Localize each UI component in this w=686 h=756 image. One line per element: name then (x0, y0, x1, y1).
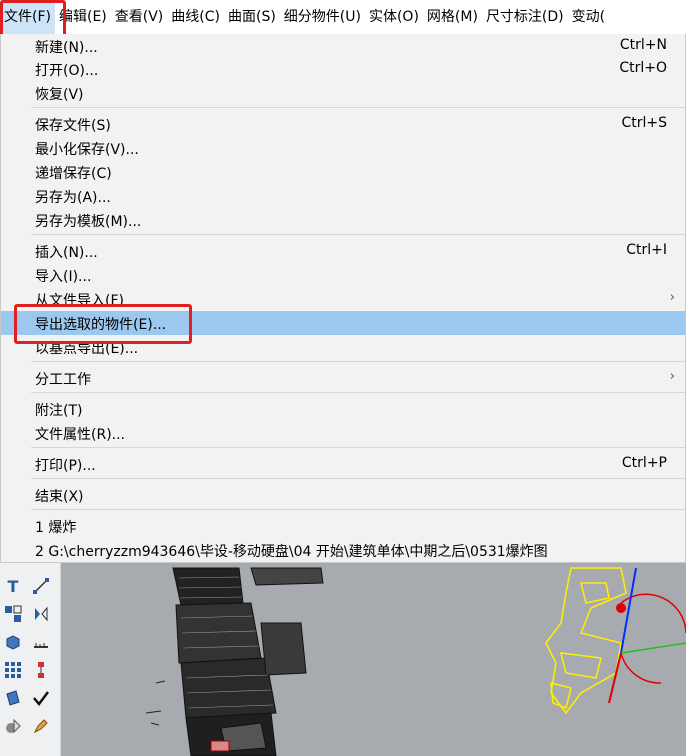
menu-mesh[interactable]: 网格(M) (423, 0, 482, 34)
render-icon[interactable] (2, 715, 24, 737)
menu-item-label: 递增保存(C) (35, 166, 112, 182)
pencil-icon[interactable] (30, 715, 52, 737)
menu-item-save-as-template[interactable]: 另存为模板(M)... (1, 208, 685, 232)
array-icon[interactable] (2, 659, 24, 681)
menu-separator (31, 447, 685, 448)
menu-item-label: 打印(P)... (35, 458, 96, 474)
menu-item-label: 打开(O)... (35, 63, 99, 79)
menu-separator (31, 107, 685, 108)
menu-item-label: 最小化保存(V)... (35, 142, 139, 158)
submenu-arrow-icon: › (669, 290, 675, 305)
menu-item-label: 新建(N)... (35, 40, 98, 56)
menu-item-label: 保存文件(S) (35, 118, 111, 134)
menu-item-save[interactable]: 保存文件(S) Ctrl+S (1, 112, 685, 136)
model-wireframe (145, 567, 686, 756)
grid-snap-icon[interactable] (2, 603, 24, 625)
text-icon[interactable]: T (2, 575, 24, 597)
menu-item-open[interactable]: 打开(O)... Ctrl+O (1, 57, 685, 81)
menu-item-save-incremental[interactable]: 递增保存(C) (1, 160, 685, 184)
menu-item-label: 恢复(V) (35, 87, 84, 103)
menu-separator (31, 509, 685, 510)
menu-separator (31, 392, 685, 393)
menu-item-label: 结束(X) (35, 489, 84, 505)
menu-item-label: 文件属性(R)... (35, 427, 126, 443)
menu-item-label: 插入(N)... (35, 245, 98, 261)
menu-dimension[interactable]: 尺寸标注(D) (482, 0, 568, 34)
menu-item-shortcut: Ctrl+I (626, 242, 667, 258)
shell-icon[interactable] (2, 687, 24, 709)
menu-subd[interactable]: 细分物件(U) (280, 0, 365, 34)
menu-item-print[interactable]: 打印(P)... Ctrl+P (1, 452, 685, 476)
menu-surface[interactable]: 曲面(S) (224, 0, 280, 34)
menu-transform[interactable]: 变动( (568, 0, 609, 34)
file-menu-highlight-box (0, 0, 66, 37)
menu-separator (31, 234, 685, 235)
menu-separator (31, 361, 685, 362)
menu-item-label: 另存为模板(M)... (35, 214, 142, 230)
file-menu-dropdown: 新建(N)... Ctrl+N 打开(O)... Ctrl+O 恢复(V) 保存… (0, 34, 686, 563)
menu-item-label: 另存为(A)... (35, 190, 111, 206)
menu-item-recent-2[interactable]: 2 G:\cherryzzm943646\毕设-移动硬盘\04 开始\建筑单体\… (1, 538, 685, 562)
menu-item-new[interactable]: 新建(N)... Ctrl+N (1, 34, 685, 58)
menu-separator (31, 478, 685, 479)
submenu-arrow-icon: › (669, 369, 675, 384)
perspective-viewport[interactable] (61, 563, 686, 756)
menu-solid[interactable]: 实体(O) (365, 0, 423, 34)
menu-item-label: 1 爆炸 (35, 520, 77, 536)
dimension-icon[interactable] (30, 575, 52, 597)
export-selected-highlight-box (14, 304, 192, 344)
left-toolbar: T (0, 563, 61, 756)
menu-view[interactable]: 查看(V) (111, 0, 168, 34)
menu-item-worksession[interactable]: 分工工作 › (1, 366, 685, 390)
menu-item-insert[interactable]: 插入(N)... Ctrl+I (1, 239, 685, 263)
menu-item-recent-1[interactable]: 1 爆炸 (1, 514, 685, 538)
menu-item-notes[interactable]: 附注(T) (1, 397, 685, 421)
menu-bar: 文件(F) 编辑(E) 查看(V) 曲线(C) 曲面(S) 细分物件(U) 实体… (0, 0, 686, 35)
menu-item-shortcut: Ctrl+S (621, 115, 667, 131)
mirror-icon[interactable] (30, 603, 52, 625)
menu-item-revert[interactable]: 恢复(V) (1, 81, 685, 105)
ruler-icon[interactable] (30, 631, 52, 653)
menu-item-shortcut: Ctrl+O (619, 60, 667, 76)
menu-item-label: 附注(T) (35, 403, 83, 419)
menu-item-label: 导入(I)... (35, 269, 92, 285)
menu-item-import[interactable]: 导入(I)... (1, 263, 685, 287)
menu-item-save-small[interactable]: 最小化保存(V)... (1, 136, 685, 160)
menu-curve[interactable]: 曲线(C) (167, 0, 224, 34)
array-curve-icon[interactable] (30, 659, 52, 681)
menu-item-shortcut: Ctrl+N (619, 37, 667, 53)
menu-item-label: 2 G:\cherryzzm943646\毕设-移动硬盘\04 开始\建筑单体\… (35, 544, 548, 560)
check-icon[interactable] (30, 687, 52, 709)
menu-item-shortcut: Ctrl+P (621, 455, 667, 471)
menu-item-properties[interactable]: 文件属性(R)... (1, 421, 685, 445)
box-solid-icon[interactable] (2, 631, 24, 653)
menu-item-save-as[interactable]: 另存为(A)... (1, 184, 685, 208)
menu-item-exit[interactable]: 结束(X) (1, 483, 685, 507)
menu-item-label: 分工工作 (35, 372, 91, 388)
